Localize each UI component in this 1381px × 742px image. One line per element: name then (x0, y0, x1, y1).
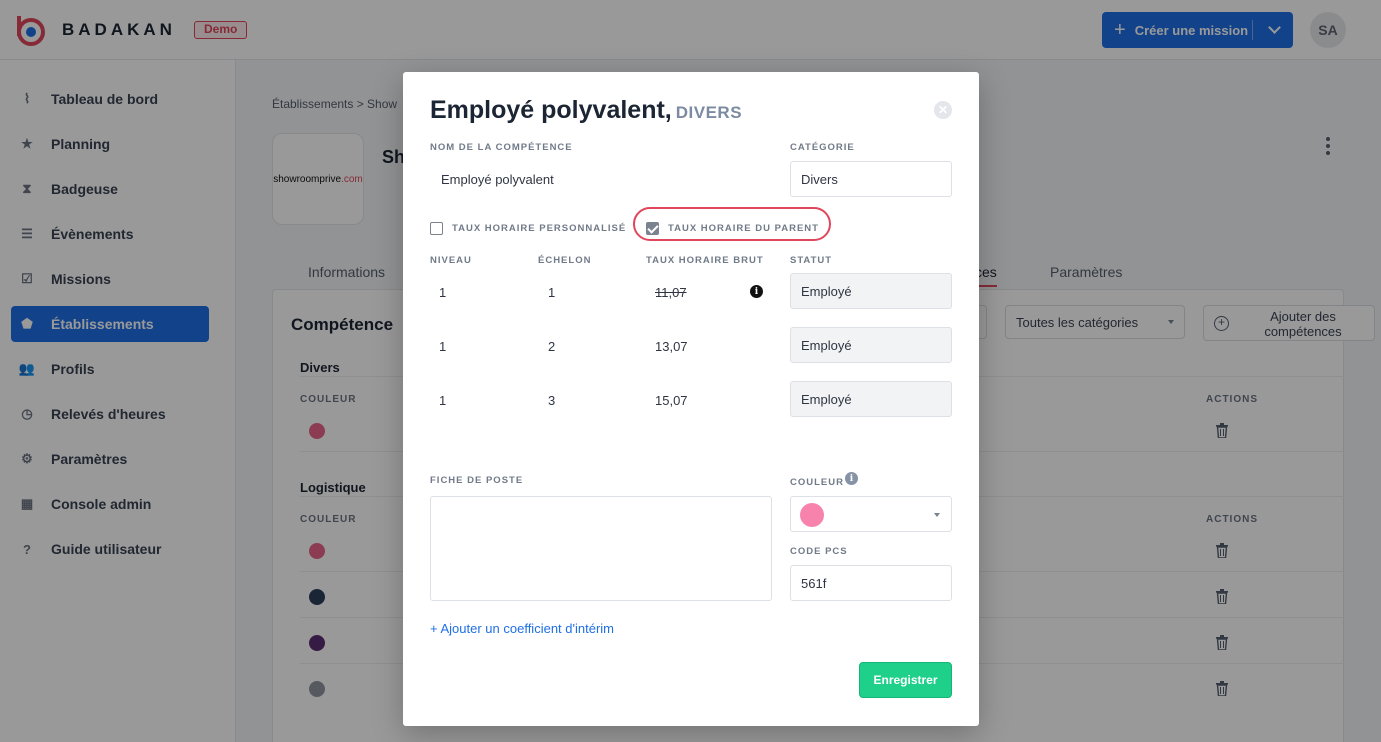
row-taux: 13,07 (655, 339, 688, 354)
statut-field[interactable]: Employé (790, 327, 952, 363)
statut-field[interactable]: Employé (790, 273, 952, 309)
custom-rate-label[interactable]: TAUX HORAIRE PERSONNALISÉ (452, 223, 626, 234)
job-sheet-label: FICHE DE POSTE (430, 475, 524, 486)
row-taux-struck: 11,07 (655, 285, 687, 300)
row-echelon: 1 (548, 285, 556, 300)
parent-rate-checkbox[interactable] (646, 222, 659, 235)
header-taux: TAUX HORAIRE BRUT (646, 255, 764, 266)
custom-rate-checkbox[interactable] (430, 222, 443, 235)
color-select[interactable] (790, 496, 952, 532)
caret-down-icon (934, 513, 940, 517)
info-icon[interactable]: i (845, 472, 858, 485)
save-button[interactable]: Enregistrer (859, 662, 952, 698)
row-niveau: 1 (439, 285, 447, 300)
job-sheet-textarea[interactable] (430, 496, 772, 601)
name-label: NOM DE LA COMPÉTENCE (430, 142, 573, 153)
parent-rate-label[interactable]: TAUX HORAIRE DU PARENT (668, 223, 819, 234)
modal-title-category: DIVERS (675, 103, 743, 122)
row-niveau: 1 (439, 339, 447, 354)
category-label: CATÉGORIE (790, 142, 855, 153)
add-coefficient-link[interactable]: + Ajouter un coefficient d'intérim (430, 621, 614, 636)
pcs-label: CODE PCS (790, 546, 848, 557)
competence-modal: Employé polyvalent, DIVERS ✕ NOM DE LA CO… (403, 72, 979, 726)
competence-name-input[interactable]: Employé polyvalent (430, 161, 772, 197)
row-taux: 15,07 (655, 393, 688, 408)
pcs-code-input[interactable]: 561f (790, 565, 952, 601)
row-echelon: 3 (548, 393, 556, 408)
info-icon[interactable]: i (750, 285, 763, 298)
row-niveau: 1 (439, 393, 447, 408)
category-input[interactable]: Divers (790, 161, 952, 197)
modal-title: Employé polyvalent, DIVERS (430, 96, 743, 124)
header-echelon: ÉCHELON (538, 255, 592, 266)
header-statut: STATUT (790, 255, 833, 266)
header-niveau: NIVEAU (430, 255, 472, 266)
close-icon[interactable]: ✕ (934, 101, 952, 119)
color-swatch (800, 503, 824, 527)
statut-field[interactable]: Employé (790, 381, 952, 417)
row-echelon: 2 (548, 339, 556, 354)
color-label: COULEUR (790, 477, 844, 488)
